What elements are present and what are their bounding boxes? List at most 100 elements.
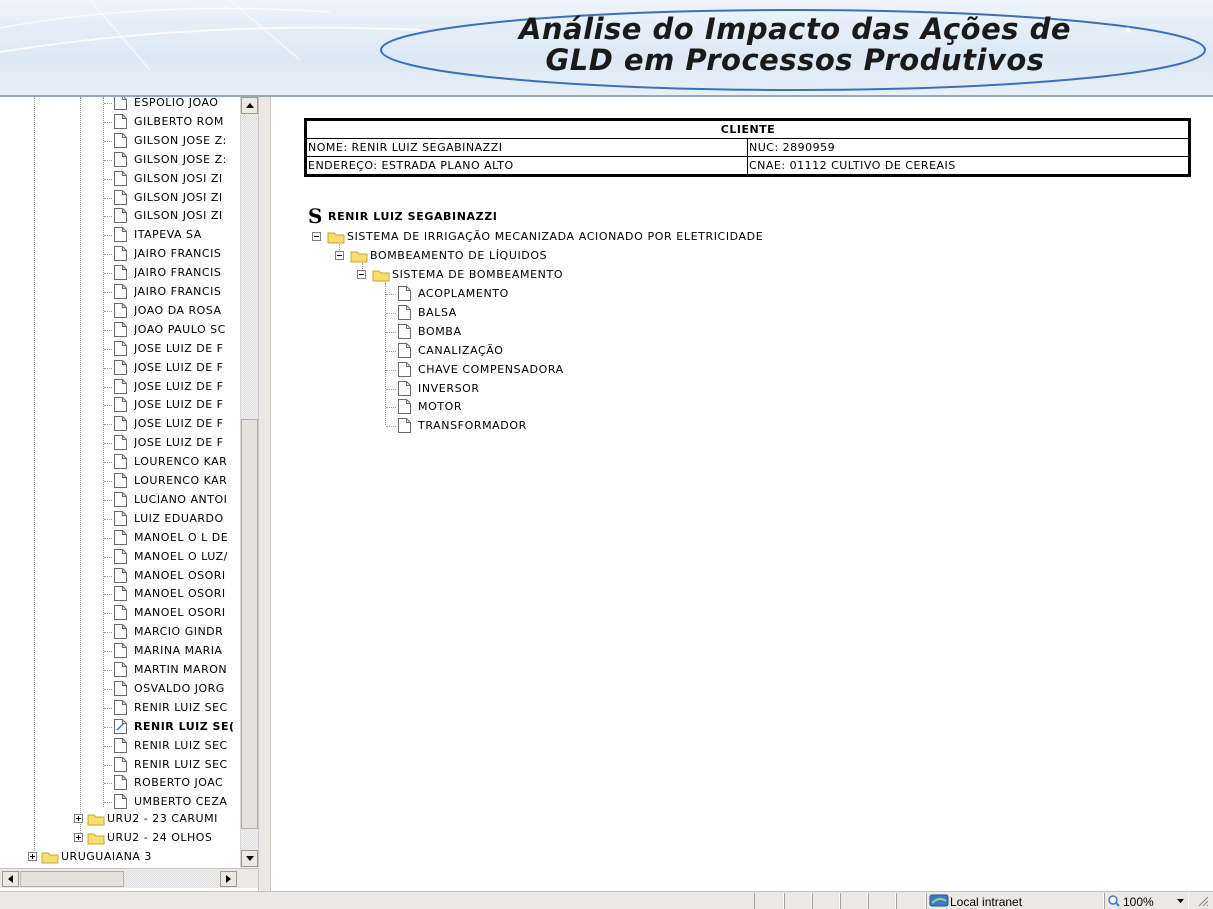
client-list-item[interactable]: GILSON JOSI ZI <box>114 206 223 225</box>
client-list-item[interactable]: MANOEL OSORI <box>114 566 226 585</box>
client-list-item[interactable]: JOSE LUIZ DE F <box>114 433 223 452</box>
client-list-item[interactable]: MARTIN MARON <box>114 660 227 679</box>
component-node-label: BALSA <box>418 305 457 319</box>
client-list-item-label: MANOEL OSORI <box>134 568 226 582</box>
document-icon <box>114 208 127 224</box>
client-list-item[interactable]: OSVALDO JORG <box>114 679 225 698</box>
tree-folder-uruguaiana-3[interactable]: URUGUAIANA 3 <box>28 847 152 866</box>
client-list-item[interactable]: RENIR LUIZ SE( <box>114 717 235 736</box>
intranet-globe-icon <box>929 894 949 907</box>
client-list-item[interactable]: MARCIO GINDR <box>114 622 223 641</box>
client-tree-pane[interactable]: URU2 - 23 CARUMI URU2 - 24 OLHOS URUGUAI… <box>0 97 258 891</box>
client-list-item[interactable]: JAIRO FRANCIS <box>114 282 221 301</box>
scroll-thumb[interactable] <box>241 419 258 829</box>
client-list-item[interactable]: JAIRO FRANCIS <box>114 244 221 263</box>
resize-grip-icon[interactable] <box>1197 895 1209 907</box>
client-list-item[interactable]: RENIR LUIZ SEC <box>114 698 228 717</box>
tree-folder-uru2-23[interactable]: URU2 - 23 CARUMI <box>74 809 218 828</box>
document-icon <box>114 132 127 148</box>
tree-connector <box>104 537 112 539</box>
tree-connector <box>386 294 396 295</box>
plus-icon[interactable] <box>28 852 37 861</box>
tree-guide-line <box>385 283 386 425</box>
zoom-cell[interactable]: 100% <box>1104 893 1189 909</box>
tree-connector <box>104 140 112 142</box>
tree-folder-uru2-24[interactable]: URU2 - 24 OLHOS <box>74 828 212 847</box>
client-list-item[interactable]: RENIR LUIZ SEC <box>114 736 228 755</box>
client-list-item[interactable]: LUIZ EDUARDO <box>114 509 224 528</box>
component-node[interactable]: BOMBA <box>398 322 462 341</box>
client-list-item[interactable]: MARINA MARIA <box>114 641 223 660</box>
component-node[interactable]: BALSA <box>398 303 457 322</box>
component-node[interactable]: MOTOR <box>398 397 462 416</box>
component-node[interactable]: TRANSFORMADOR <box>398 416 527 435</box>
tree-node-subsystem[interactable]: BOMBEAMENTO DE LÍQUIDOS <box>335 246 547 265</box>
document-selected-icon <box>114 718 127 734</box>
page-title: Análise do Impacto das Ações de GLD em P… <box>400 14 1190 76</box>
arrow-up-icon <box>245 103 254 108</box>
tree-node-system[interactable]: SISTEMA DE IRRIGAÇÃO MECANIZADA ACIONADO… <box>312 227 763 246</box>
security-zone-cell[interactable]: Local intranet <box>926 893 1104 909</box>
client-list-item[interactable]: JOSE LUIZ DE F <box>114 339 223 358</box>
client-list-item[interactable]: UMBERTO CEZA <box>114 792 227 811</box>
component-node[interactable]: CANALIZAÇÃO <box>398 341 503 360</box>
document-icon <box>114 529 127 545</box>
tree-horizontal-scrollbar[interactable] <box>0 868 258 888</box>
status-cell <box>896 893 926 909</box>
minus-icon[interactable] <box>335 251 344 260</box>
arrow-left-icon <box>8 875 13 883</box>
client-list-item[interactable]: JOSE LUIZ DE F <box>114 395 223 414</box>
tree-node-subsubsystem[interactable]: SISTEMA DE BOMBEAMENTO <box>357 265 563 284</box>
client-list-item[interactable]: GILSON JOSE Z: <box>114 150 227 169</box>
client-list-item[interactable]: ROBERTO JOAC <box>114 773 223 792</box>
tree-connector <box>104 651 112 653</box>
client-list-item-label: JOSE LUIZ DE F <box>134 417 224 431</box>
frame-divider[interactable] <box>258 97 271 891</box>
client-list-item[interactable]: JAIRO FRANCIS <box>114 263 221 282</box>
client-list-item[interactable]: GILSON JOSE Z: <box>114 131 227 150</box>
client-list-item[interactable]: GILBERTO ROM <box>114 112 224 131</box>
client-list-item[interactable]: JOSE LUIZ DE F <box>114 414 223 433</box>
client-list-item[interactable]: RENIR LUIZ SEC <box>114 755 228 774</box>
client-list-item[interactable]: MANOEL OSORI <box>114 584 226 603</box>
client-list-item-label: MANOEL O L DE <box>134 530 229 544</box>
process-tree-root[interactable]: S RENIR LUIZ SEGABINAZZI <box>308 206 498 226</box>
client-list-item-label: ROBERTO JOAC <box>134 776 224 790</box>
document-icon <box>114 662 127 677</box>
client-list-item[interactable]: JOSE LUIZ DE F <box>114 358 223 377</box>
client-list-item-label: JAIRO FRANCIS <box>134 285 222 298</box>
client-list-item[interactable]: GILSON JOSI ZI <box>114 169 223 188</box>
client-list-item[interactable]: LOURENCO KAR <box>114 452 227 471</box>
client-list-item-label: RENIR LUIZ SEC <box>134 700 228 714</box>
document-icon <box>114 227 127 243</box>
plus-icon[interactable] <box>74 814 83 823</box>
client-list-item[interactable]: JOSE LUIZ DE F <box>114 377 223 396</box>
scroll-up-button[interactable] <box>241 97 258 114</box>
component-node[interactable]: CHAVE COMPENSADORA <box>398 360 564 379</box>
scroll-down-button[interactable] <box>241 850 258 867</box>
client-list-item[interactable]: MANOEL OSORI <box>114 603 226 622</box>
document-icon <box>398 399 411 415</box>
scroll-thumb[interactable] <box>20 871 124 887</box>
client-list-item[interactable]: LOURENCO KAR <box>114 471 227 490</box>
client-list-item[interactable]: JOAO DA ROSA <box>114 301 222 320</box>
component-node[interactable]: ACOPLAMENTO <box>398 284 509 303</box>
status-cell <box>840 893 868 909</box>
chevron-down-icon[interactable] <box>1177 899 1184 903</box>
plus-icon[interactable] <box>74 833 83 842</box>
client-list-item[interactable]: MANOEL O L DE <box>114 528 228 547</box>
scroll-right-button[interactable] <box>220 871 237 887</box>
client-list-item[interactable]: JOAO PAULO SC <box>114 320 226 339</box>
tree-vertical-scrollbar[interactable] <box>240 97 258 868</box>
tree-connector <box>104 386 112 388</box>
document-icon <box>114 548 127 564</box>
minus-icon[interactable] <box>312 232 321 241</box>
component-node[interactable]: INVERSOR <box>398 379 480 398</box>
scroll-left-button[interactable] <box>2 871 19 887</box>
minus-icon[interactable] <box>357 270 366 279</box>
client-list-item[interactable]: ITAPEVA SA <box>114 225 202 244</box>
client-list-item[interactable]: ESPOLIO JOAO <box>114 97 218 112</box>
client-list-item[interactable]: LUCIANO ANTOI <box>114 490 227 509</box>
client-list-item[interactable]: GILSON JOSI ZI <box>114 188 223 207</box>
client-list-item[interactable]: MANOEL O LUZ/ <box>114 547 228 566</box>
